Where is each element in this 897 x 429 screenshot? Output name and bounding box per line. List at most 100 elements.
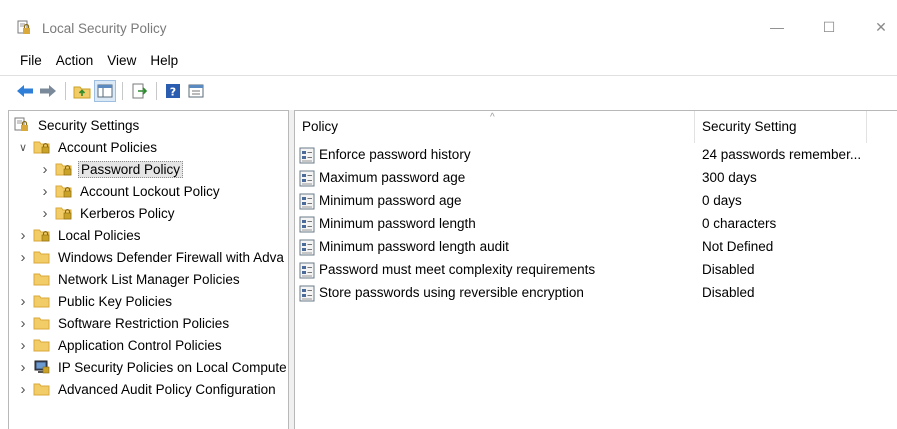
- chevron-right-icon[interactable]: ›: [17, 381, 29, 398]
- policy-name: Maximum password age: [319, 170, 466, 185]
- folder-icon: [33, 315, 51, 331]
- tree-item-network-list-manager-policies[interactable]: Network List Manager Policies: [17, 268, 242, 290]
- chevron-down-icon[interactable]: ∨: [17, 141, 29, 154]
- list-row-minimum-password-length-audit[interactable]: Minimum password length audit Not Defined: [295, 236, 897, 259]
- folder-icon: [33, 271, 51, 287]
- tree-item-account-policies[interactable]: ∨ Account Policies: [17, 136, 159, 158]
- chevron-right-icon[interactable]: ›: [39, 205, 51, 222]
- close-button[interactable]: ✕: [858, 10, 897, 44]
- tree-item-label: Local Policies: [58, 227, 141, 243]
- policy-name: Store passwords using reversible encrypt…: [319, 285, 584, 300]
- folder-icon: [33, 381, 51, 397]
- list-row-store-passwords-using-reversible-encryption[interactable]: Store passwords using reversible encrypt…: [295, 282, 897, 305]
- tree-item-password-policy[interactable]: › Password Policy: [39, 158, 184, 180]
- security-setting-value: Not Defined: [702, 239, 774, 254]
- show-hide-tree-icon: [97, 84, 113, 97]
- help-button[interactable]: ?: [162, 80, 184, 102]
- chevron-right-icon[interactable]: ›: [17, 359, 29, 376]
- policy-icon: [299, 262, 317, 279]
- chevron-right-icon[interactable]: ›: [39, 183, 51, 200]
- chevron-right-icon[interactable]: ›: [39, 161, 51, 178]
- toolbar-separator: [156, 81, 157, 100]
- chevron-right-icon[interactable]: ›: [17, 315, 29, 332]
- policy-name: Minimum password length: [319, 216, 476, 231]
- tree-item-public-key-policies[interactable]: › Public Key Policies: [17, 290, 174, 312]
- tree-item-label: Account Policies: [58, 139, 158, 155]
- tree-item-software-restriction-policies[interactable]: › Software Restriction Policies: [17, 312, 231, 334]
- tree-item-label: Application Control Policies: [58, 337, 222, 353]
- policy-icon: [299, 170, 317, 187]
- policy-icon: [299, 239, 317, 256]
- list-row-minimum-password-length[interactable]: Minimum password length 0 characters: [295, 213, 897, 236]
- tree-item-label: Security Settings: [38, 117, 140, 133]
- result-list[interactable]: ^ Policy Security Setting Enforce passwo…: [294, 110, 897, 429]
- up-one-level-button[interactable]: [71, 80, 93, 102]
- list-row-maximum-password-age[interactable]: Maximum password age 300 days: [295, 167, 897, 190]
- minimize-icon: —: [770, 19, 784, 35]
- show-hide-console-tree-button[interactable]: [94, 79, 116, 102]
- window-title: Local Security Policy: [42, 21, 167, 36]
- title-bar: Local Security Policy — ☐ ✕: [0, 0, 897, 44]
- column-header-policy[interactable]: Policy: [295, 111, 695, 143]
- folder-icon: [33, 293, 51, 309]
- list-row-minimum-password-age[interactable]: Minimum password age 0 days: [295, 190, 897, 213]
- policy-name: Minimum password age: [319, 193, 462, 208]
- tree-item-windows-defender-firewall-with-adva[interactable]: › Windows Defender Firewall with Adva: [17, 246, 286, 268]
- chevron-right-icon[interactable]: ›: [17, 227, 29, 244]
- chevron-right-icon[interactable]: ›: [17, 293, 29, 310]
- tree-item-label: Account Lockout Policy: [80, 183, 220, 199]
- tree-item-kerberos-policy[interactable]: › Kerberos Policy: [39, 202, 177, 224]
- maximize-button[interactable]: ☐: [806, 10, 852, 44]
- folder-lock-icon: [55, 161, 73, 177]
- up-folder-icon: [73, 86, 91, 98]
- forward-button[interactable]: [37, 80, 59, 102]
- toolbar: ?: [0, 75, 897, 105]
- tree-item-ip-security-policies-on-local-compute[interactable]: › IP Security Policies on Local Compute: [17, 356, 288, 378]
- folder-lock-icon: [55, 183, 73, 199]
- policy-icon: [299, 193, 317, 210]
- properties-button[interactable]: [185, 80, 207, 102]
- security-setting-value: Disabled: [702, 285, 755, 300]
- tree-item-label: IP Security Policies on Local Compute: [58, 359, 287, 375]
- export-list-button[interactable]: [128, 80, 150, 102]
- tree-item-label: Public Key Policies: [58, 293, 173, 309]
- tree-item-account-lockout-policy[interactable]: › Account Lockout Policy: [39, 180, 222, 202]
- security-settings-icon: [13, 117, 31, 133]
- back-arrow-icon: [17, 84, 33, 97]
- menu-file[interactable]: File: [20, 50, 42, 72]
- tree-item-label: Advanced Audit Policy Configuration: [58, 381, 276, 397]
- menu-view[interactable]: View: [107, 50, 136, 72]
- column-header-security-setting[interactable]: Security Setting: [695, 111, 867, 143]
- console-tree[interactable]: Security Settings ∨ Account Policies › Pass…: [8, 110, 289, 429]
- tree-item-advanced-audit-policy-configuration[interactable]: › Advanced Audit Policy Configuration: [17, 378, 278, 400]
- minimize-button[interactable]: —: [754, 10, 800, 44]
- chevron-right-icon[interactable]: ›: [17, 337, 29, 354]
- tree-item-application-control-policies[interactable]: › Application Control Policies: [17, 334, 224, 356]
- policy-icon: [299, 285, 317, 302]
- tree-item-label: Kerberos Policy: [80, 205, 175, 221]
- menu-action[interactable]: Action: [56, 50, 94, 72]
- tree-root-security-settings[interactable]: Security Settings: [13, 114, 141, 136]
- tree-item-label: Network List Manager Policies: [58, 271, 240, 287]
- tree-item-label: Windows Defender Firewall with Adva: [58, 249, 284, 265]
- policy-name: Minimum password length audit: [319, 239, 509, 254]
- chevron-right-icon[interactable]: ›: [17, 249, 29, 266]
- list-row-enforce-password-history[interactable]: Enforce password history 24 passwords rem…: [295, 144, 897, 167]
- help-icon: ?: [166, 83, 180, 98]
- security-setting-value: 24 passwords remember...: [702, 147, 862, 162]
- local-security-policy-icon: [17, 20, 30, 34]
- security-setting-value: 0 characters: [702, 216, 777, 231]
- back-button[interactable]: [14, 80, 36, 102]
- close-icon: ✕: [875, 18, 887, 35]
- tree-item-local-policies[interactable]: › Local Policies: [17, 224, 143, 246]
- policy-icon: [299, 216, 317, 233]
- toolbar-separator: [65, 81, 66, 100]
- list-row-password-must-meet-complexity-requirements[interactable]: Password must meet complexity requiremen…: [295, 259, 897, 282]
- policy-name: Password must meet complexity requiremen…: [319, 262, 596, 277]
- menu-bar: File Action View Help: [0, 50, 897, 72]
- folder-lock-icon: [55, 205, 73, 221]
- policy-name: Enforce password history: [319, 147, 471, 162]
- menu-help[interactable]: Help: [150, 50, 178, 72]
- tree-item-label: Software Restriction Policies: [58, 315, 230, 331]
- properties-icon: [188, 84, 204, 97]
